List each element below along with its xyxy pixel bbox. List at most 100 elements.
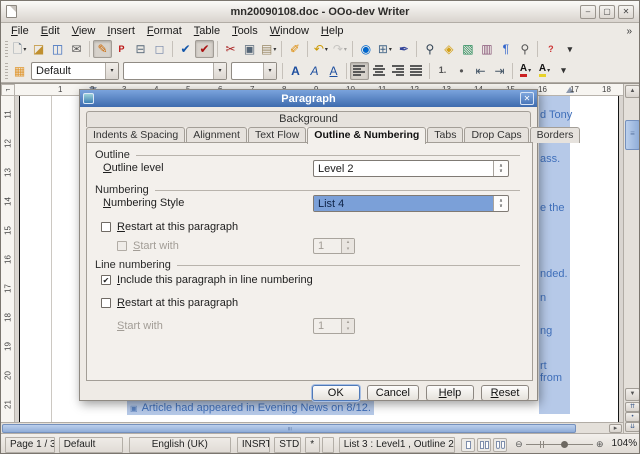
- zoom-slider-track[interactable]: [526, 444, 593, 445]
- status-page-number[interactable]: Page 1 / 3: [5, 437, 55, 453]
- view-multi-page-icon[interactable]: [477, 438, 491, 452]
- numbered-list-button[interactable]: 1.: [433, 62, 452, 80]
- status-insert-mode[interactable]: INSRT: [237, 437, 270, 453]
- status-zoom-value[interactable]: 104%: [608, 437, 639, 453]
- chevron-down-icon[interactable]: ▾: [23, 46, 26, 53]
- edit-file-button[interactable]: ✎: [93, 40, 112, 58]
- email-document-button[interactable]: ✉: [67, 40, 86, 58]
- dialog-title-bar[interactable]: Paragraph ✕: [80, 90, 537, 107]
- chevron-down-icon[interactable]: ▾: [105, 63, 118, 79]
- chevron-down-icon[interactable]: ▾: [547, 67, 550, 74]
- underline-button[interactable]: A: [324, 62, 343, 80]
- export-pdf-button[interactable]: P: [112, 40, 131, 58]
- save-document-button[interactable]: ◫: [48, 40, 67, 58]
- restart-line-numbering-checkbox[interactable]: Restart at this paragraph: [101, 297, 238, 309]
- combo-spin-icon[interactable]: ∧∨: [493, 196, 508, 211]
- scroll-right-button[interactable]: ▸: [609, 424, 622, 433]
- navigator-button[interactable]: ◈: [439, 40, 458, 58]
- paste-button[interactable]: ▤▾: [259, 40, 278, 58]
- toolbar-overflow-button[interactable]: ▾: [560, 40, 579, 58]
- spellcheck-button[interactable]: ✔: [176, 40, 195, 58]
- draw-functions-button[interactable]: ✒: [394, 40, 413, 58]
- menu-edit[interactable]: Edit: [35, 24, 66, 38]
- dialog-close-button[interactable]: ✕: [520, 92, 534, 105]
- tab-drop-caps[interactable]: Drop Caps: [464, 127, 528, 143]
- copy-button[interactable]: ▣: [240, 40, 259, 58]
- menu-table[interactable]: Table: [188, 24, 226, 38]
- paragraph-style-combo[interactable]: Default ▾: [31, 62, 119, 80]
- status-language[interactable]: English (UK): [129, 437, 231, 453]
- chevron-down-icon[interactable]: ▾: [325, 46, 328, 53]
- maximize-button[interactable]: ▢: [599, 5, 615, 19]
- view-book-icon[interactable]: [493, 438, 507, 452]
- print-button[interactable]: ⊟: [131, 40, 150, 58]
- hyperlink-button[interactable]: ◉: [356, 40, 375, 58]
- checkbox-checked-box[interactable]: ✔: [101, 275, 111, 285]
- zoom-out-icon[interactable]: ⊖: [515, 439, 523, 450]
- cut-button[interactable]: ✂: [221, 40, 240, 58]
- status-selection-mode[interactable]: STD: [274, 437, 300, 453]
- chevron-down-icon[interactable]: ▾: [528, 67, 531, 74]
- styles-window-button[interactable]: ▦: [10, 62, 29, 80]
- menu-format[interactable]: Format: [141, 24, 188, 38]
- find-replace-button[interactable]: ⚲: [420, 40, 439, 58]
- scroll-up-button[interactable]: ▲: [625, 85, 640, 98]
- align-right-button[interactable]: [388, 62, 407, 80]
- ok-button[interactable]: OK: [312, 385, 360, 401]
- toolbar-overflow-button[interactable]: ▾: [554, 62, 573, 80]
- chevron-down-icon[interactable]: ▾: [389, 46, 392, 53]
- tab-background[interactable]: Background: [86, 111, 531, 127]
- next-page-button[interactable]: ⇊: [625, 422, 640, 432]
- minimize-button[interactable]: –: [580, 5, 596, 19]
- auto-spellcheck-button[interactable]: ✔: [195, 40, 214, 58]
- font-size-combo[interactable]: ▾: [231, 62, 277, 80]
- menu-file[interactable]: File: [5, 24, 35, 38]
- menu-tools[interactable]: Tools: [226, 24, 264, 38]
- restart-numbering-checkbox[interactable]: Restart at this paragraph: [101, 221, 238, 233]
- tab-borders[interactable]: Borders: [530, 127, 581, 143]
- vertical-scroll-thumb[interactable]: [625, 120, 640, 150]
- bullet-list-button[interactable]: •: [452, 62, 471, 80]
- status-modified-flag[interactable]: *: [305, 437, 320, 453]
- menu-view[interactable]: View: [66, 24, 102, 38]
- align-left-button[interactable]: [350, 62, 369, 80]
- font-color-button[interactable]: A▾: [516, 62, 535, 80]
- open-document-button[interactable]: ◪: [29, 40, 48, 58]
- gallery-button[interactable]: ▧: [458, 40, 477, 58]
- scroll-down-button[interactable]: ▼: [625, 388, 640, 401]
- include-line-numbering-checkbox[interactable]: ✔ Include this paragraph in line numberi…: [101, 274, 313, 286]
- data-sources-button[interactable]: ▥: [477, 40, 496, 58]
- menu-help[interactable]: Help: [315, 24, 350, 38]
- tab-alignment[interactable]: Alignment: [186, 127, 247, 143]
- insert-table-button[interactable]: ⊞▾: [375, 40, 394, 58]
- cancel-button[interactable]: Cancel: [367, 385, 419, 401]
- zoom-slider[interactable]: ⊖ ⊕: [515, 439, 603, 450]
- view-single-page-icon[interactable]: [461, 438, 475, 452]
- chevron-down-icon[interactable]: ▾: [263, 63, 276, 79]
- previous-page-button[interactable]: ⇈: [625, 402, 640, 412]
- checkbox-box[interactable]: [101, 298, 111, 308]
- help-button[interactable]: Help: [426, 385, 474, 401]
- horizontal-scroll-thumb[interactable]: [2, 424, 576, 433]
- checkbox-box[interactable]: [101, 222, 111, 232]
- menu-insert[interactable]: Insert: [101, 24, 141, 38]
- close-button[interactable]: ✕: [618, 5, 634, 19]
- chevron-down-icon[interactable]: ▾: [344, 46, 347, 53]
- numbering-style-combo[interactable]: List 4 ∧∨: [313, 195, 509, 212]
- help-button[interactable]: ?: [541, 40, 560, 58]
- italic-button[interactable]: A: [305, 62, 324, 80]
- bold-button[interactable]: A: [286, 62, 305, 80]
- tab-outline-numbering[interactable]: Outline & Numbering: [307, 127, 426, 144]
- status-list-info[interactable]: List 3 : Level1 , Outline 2: [339, 437, 455, 453]
- toolbar-grip[interactable]: [5, 63, 8, 79]
- menu-window[interactable]: Window: [264, 24, 315, 38]
- increase-indent-button[interactable]: ⇥: [490, 62, 509, 80]
- format-paintbrush-button[interactable]: ✐: [285, 40, 304, 58]
- undo-button[interactable]: ↶▾: [311, 40, 330, 58]
- chevron-down-icon[interactable]: ▾: [273, 46, 276, 53]
- zoom-in-icon[interactable]: ⊕: [596, 439, 604, 450]
- decrease-indent-button[interactable]: ⇤: [471, 62, 490, 80]
- outline-level-combo[interactable]: Level 2 ∧∨: [313, 160, 509, 177]
- new-document-button[interactable]: 🗋▾: [10, 40, 29, 58]
- tab-type-selector[interactable]: ⌐: [1, 84, 15, 96]
